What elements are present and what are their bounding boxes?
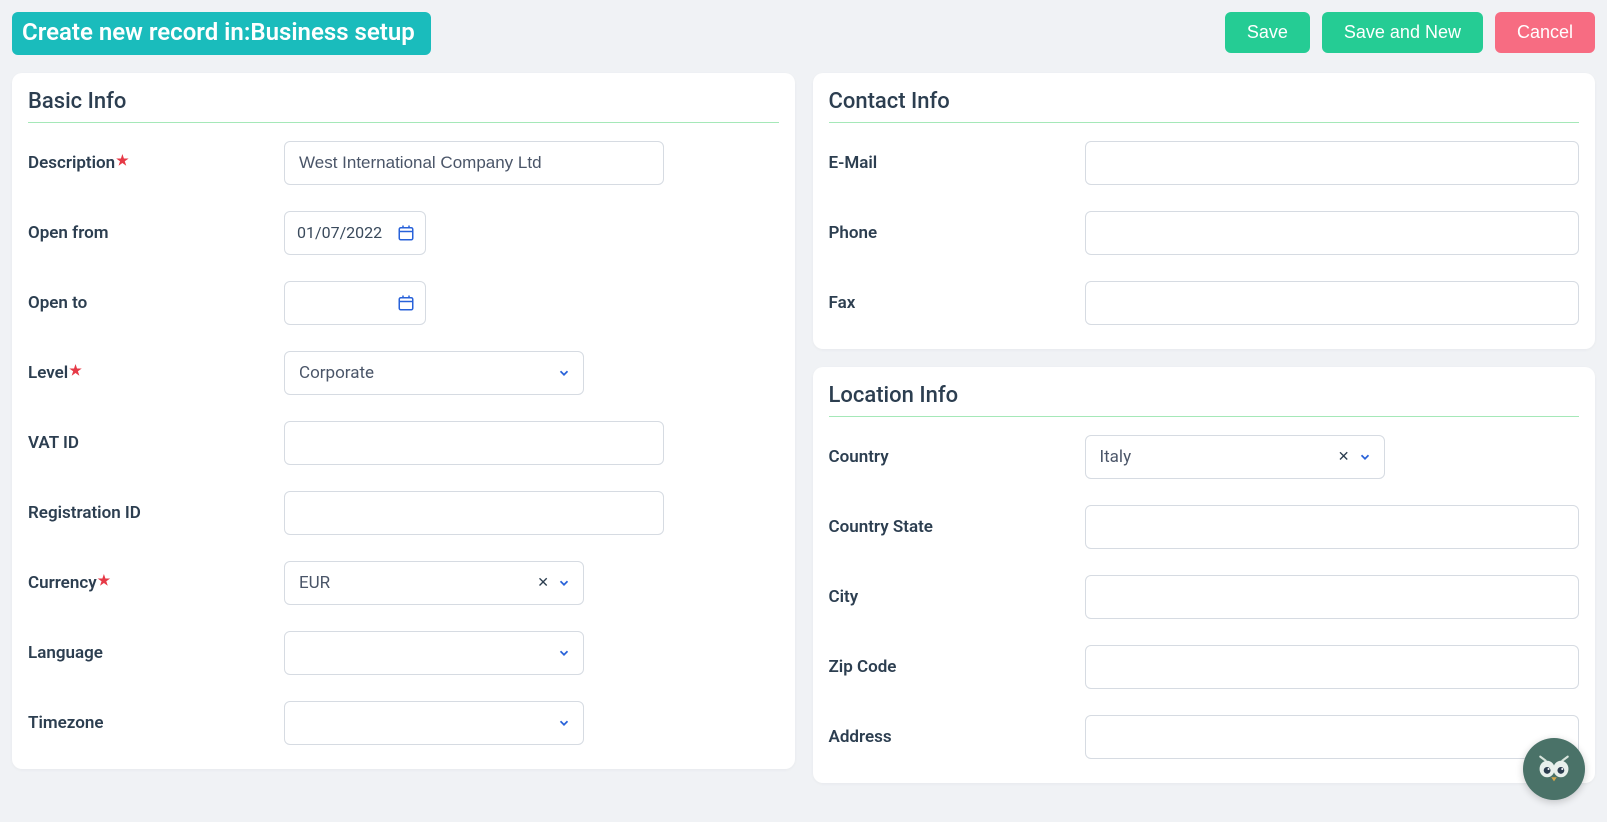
location-info-panel: Location Info Country Italy ✕ Country St… [813,367,1596,783]
cancel-button[interactable]: Cancel [1495,12,1595,53]
language-select[interactable] [284,631,584,675]
chevron-down-icon [1358,450,1372,464]
currency-select[interactable]: EUR ✕ [284,561,584,605]
language-label: Language [28,643,284,663]
chevron-down-icon [557,576,571,590]
country-value: Italy [1100,447,1132,467]
phone-input[interactable] [1085,211,1580,255]
level-select[interactable]: Corporate [284,351,584,395]
address-label: Address [829,727,1085,747]
currency-value: EUR [299,573,330,593]
contact-info-panel: Contact Info E-Mail Phone Fax [813,73,1596,349]
basic-info-panel: Basic Info Description★ Open from 01/07/… [12,73,795,769]
email-label: E-Mail [829,153,1085,173]
timezone-label: Timezone [28,713,284,733]
calendar-icon [397,224,415,242]
chevron-down-icon [557,716,571,730]
save-button[interactable]: Save [1225,12,1310,53]
vat-id-label: VAT ID [28,433,284,453]
save-and-new-button[interactable]: Save and New [1322,12,1483,53]
contact-info-title: Contact Info [829,83,1580,123]
country-state-label: Country State [829,517,1085,537]
city-label: City [829,587,1085,607]
fax-input[interactable] [1085,281,1580,325]
description-label: Description★ [28,153,284,173]
registration-id-label: Registration ID [28,503,284,523]
country-state-input[interactable] [1085,505,1580,549]
city-input[interactable] [1085,575,1580,619]
basic-info-title: Basic Info [28,83,779,123]
currency-label: Currency★ [28,573,284,593]
page-title: Create new record in:Business setup [12,12,431,55]
description-input[interactable] [284,141,664,185]
country-select[interactable]: Italy ✕ [1085,435,1385,479]
owl-icon [1532,747,1576,791]
registration-id-input[interactable] [284,491,664,535]
required-star-icon: ★ [98,573,111,589]
email-input[interactable] [1085,141,1580,185]
zip-input[interactable] [1085,645,1580,689]
address-input[interactable] [1085,715,1580,759]
chat-bot-button[interactable] [1523,738,1585,800]
country-label: Country [829,447,1085,467]
chevron-down-icon [557,646,571,660]
calendar-icon [397,294,415,312]
timezone-select[interactable] [284,701,584,745]
chevron-down-icon [557,366,571,380]
level-value: Corporate [299,363,374,383]
level-label: Level★ [28,363,284,383]
phone-label: Phone [829,223,1085,243]
clear-icon[interactable]: ✕ [1338,449,1350,465]
open-from-label: Open from [28,223,284,243]
clear-icon[interactable]: ✕ [537,575,549,591]
fax-label: Fax [829,293,1085,313]
required-star-icon: ★ [116,153,129,169]
vat-id-input[interactable] [284,421,664,465]
required-star-icon: ★ [69,363,82,379]
open-from-input[interactable]: 01/07/2022 [284,211,426,255]
zip-label: Zip Code [829,657,1085,677]
open-from-value: 01/07/2022 [297,223,382,242]
top-action-bar: Save Save and New Cancel [1225,12,1595,53]
location-info-title: Location Info [829,377,1580,417]
open-to-input[interactable] [284,281,426,325]
open-to-label: Open to [28,293,284,313]
